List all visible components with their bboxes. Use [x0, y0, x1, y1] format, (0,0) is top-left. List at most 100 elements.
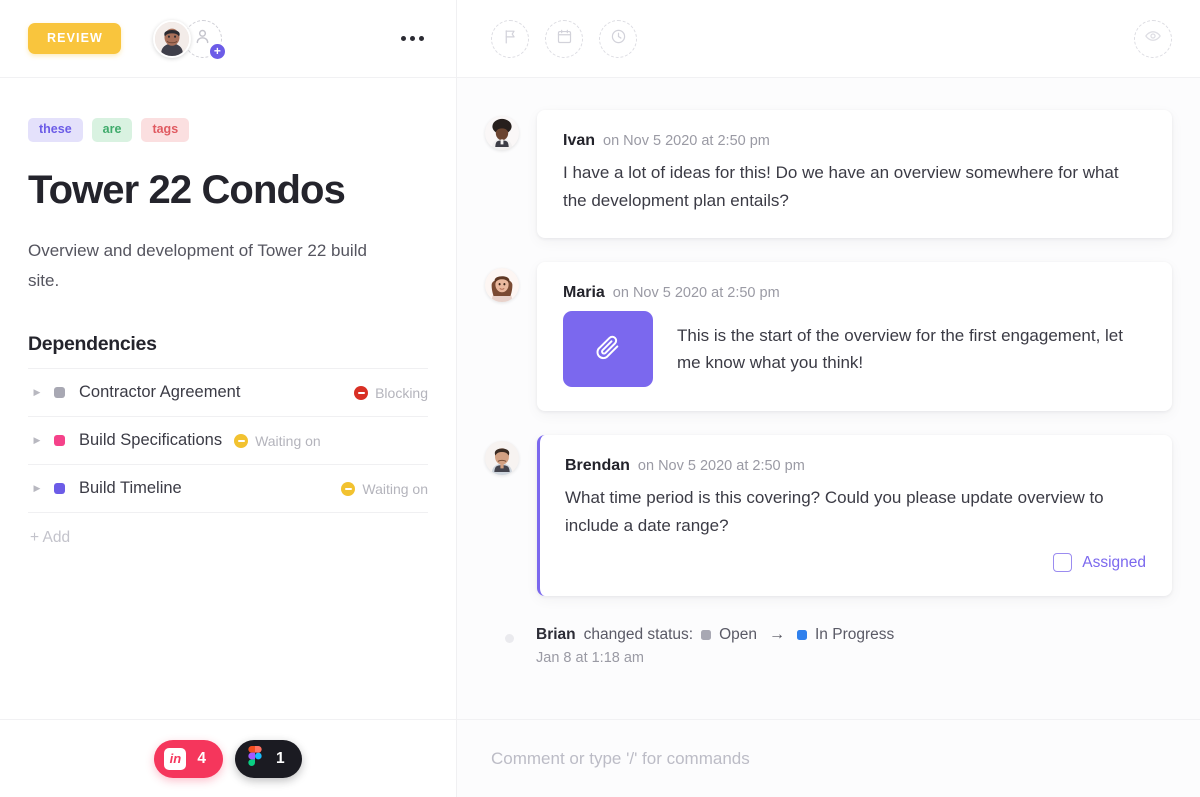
dependencies-list: ▶ Contractor Agreement Blocking ▶ Build …: [28, 368, 428, 514]
comment-text: This is the start of the overview for th…: [677, 325, 1123, 373]
assigned-label[interactable]: Assigned: [1082, 554, 1146, 572]
assigned-checkbox[interactable]: [1053, 553, 1073, 573]
to-status-swatch: [797, 630, 807, 641]
watch-button[interactable]: [1134, 19, 1172, 58]
activity-line: Brian changed status: Open → In Progress: [536, 626, 894, 644]
comment-card[interactable]: Maria on Nov 5 2020 at 2:50 pm This is t…: [537, 262, 1172, 412]
linkedin-icon: in: [164, 747, 187, 770]
task-detail-app: REVIEW + these are tags Tower 22 Condos …: [0, 0, 1200, 797]
comment-card[interactable]: Ivan on Nov 5 2020 at 2:50 pm I have a l…: [537, 110, 1172, 239]
dependency-row[interactable]: ▶ Build Specifications Waiting on: [28, 417, 428, 466]
calendar-icon: [556, 28, 573, 50]
figma-icon: [245, 746, 265, 771]
comment-header: Ivan on Nov 5 2020 at 2:50 pm: [563, 132, 1146, 150]
tag-are[interactable]: are: [91, 118, 133, 142]
comment-timestamp: on Nov 5 2020 at 2:50 pm: [603, 133, 770, 149]
page-title: Tower 22 Condos: [28, 167, 346, 212]
clock-icon: [610, 28, 627, 50]
assignee-group: +: [152, 19, 226, 60]
dependency-color-swatch: [54, 435, 65, 447]
figma-badge[interactable]: 1: [235, 739, 302, 778]
dependencies-heading: Dependencies: [28, 333, 157, 356]
linkedin-badge[interactable]: in 4: [154, 739, 223, 778]
dependency-name: Contractor Agreement: [79, 383, 241, 402]
add-dependency-button[interactable]: + Add: [28, 513, 428, 547]
from-status-swatch: [701, 630, 712, 641]
paperclip-icon: [594, 333, 622, 366]
assigned-toggle: Assigned: [565, 553, 1146, 573]
dependency-name: Build Timeline: [79, 479, 182, 498]
activity-content: Brian changed status: Open → In Progress…: [536, 626, 894, 666]
dependency-color-swatch: [54, 483, 65, 495]
integration-badges: in 4 1: [0, 719, 456, 797]
to-status-label: In Progress: [815, 626, 895, 644]
comment-text: What time period is this covering? Could…: [565, 488, 1104, 535]
assignee-avatar[interactable]: [152, 19, 191, 58]
task-body: these are tags Tower 22 Condos Overview …: [0, 78, 456, 719]
comment-card[interactable]: Brendan on Nov 5 2020 at 2:50 pm What ti…: [537, 435, 1172, 597]
eye-icon: [1144, 27, 1162, 50]
comment-composer: [457, 719, 1200, 797]
activity-author: Brian: [536, 626, 576, 644]
comment-input[interactable]: [491, 748, 1166, 769]
dependency-row[interactable]: ▶ Build Timeline Waiting on: [28, 465, 428, 514]
activity-right-panel: Ivan on Nov 5 2020 at 2:50 pm I have a l…: [457, 0, 1200, 797]
comment-author: Ivan: [563, 132, 596, 149]
activity-dot: [505, 634, 514, 644]
dependency-row[interactable]: ▶ Contractor Agreement Blocking: [28, 369, 428, 418]
blocking-icon: [354, 385, 369, 400]
flag-button[interactable]: [491, 19, 529, 58]
comment-item: Ivan on Nov 5 2020 at 2:50 pm I have a l…: [485, 110, 1172, 239]
dependency-name: Build Specifications: [79, 431, 223, 450]
dot: [419, 36, 424, 41]
activity-toolbar: [457, 0, 1200, 78]
comment-header: Brendan on Nov 5 2020 at 2:50 pm: [565, 457, 1146, 475]
dot: [401, 36, 406, 41]
due-date-button[interactable]: [545, 19, 583, 58]
status-badge[interactable]: REVIEW: [28, 23, 121, 54]
avatar[interactable]: [485, 441, 519, 476]
chevron-right-icon[interactable]: ▶: [28, 387, 46, 398]
comment-text: I have a lot of ideas for this! Do we ha…: [563, 163, 1119, 210]
task-header: REVIEW +: [0, 0, 456, 78]
tag-these[interactable]: these: [28, 118, 83, 142]
flag-icon: [502, 28, 519, 50]
comment-header: Maria on Nov 5 2020 at 2:50 pm: [563, 284, 1146, 302]
dependency-color-swatch: [54, 387, 65, 399]
dependency-status-label: Blocking: [375, 384, 428, 401]
more-options-button[interactable]: [395, 28, 430, 49]
activity-timestamp: Jan 8 at 1:18 am: [536, 650, 645, 667]
avatar[interactable]: [485, 116, 519, 150]
linkedin-count: 4: [197, 749, 206, 767]
chevron-right-icon[interactable]: ▶: [28, 483, 46, 494]
figma-count: 1: [276, 749, 285, 767]
dependency-status-label: Waiting on: [255, 432, 321, 449]
comment-author: Maria: [563, 284, 605, 302]
comment-timestamp: on Nov 5 2020 at 2:50 pm: [612, 285, 780, 302]
comment-body-with-attachment: This is the start of the overview for th…: [563, 311, 1146, 388]
chevron-right-icon[interactable]: ▶: [28, 435, 46, 446]
plus-badge[interactable]: +: [208, 42, 226, 60]
task-left-panel: REVIEW + these are tags Tower 22 Condos …: [0, 0, 457, 797]
time-estimate-button[interactable]: [599, 19, 637, 58]
waiting-on-icon: [234, 433, 249, 448]
tag-list: these are tags: [28, 118, 428, 142]
task-description[interactable]: Overview and development of Tower 22 bui…: [28, 236, 398, 298]
attachment-tile[interactable]: [563, 311, 653, 388]
dependency-status: Waiting on: [341, 481, 428, 497]
tag-tags[interactable]: tags: [141, 118, 190, 142]
from-status-label: Open: [719, 626, 757, 644]
waiting-on-icon: [341, 481, 356, 496]
avatar[interactable]: [485, 268, 519, 303]
activity-item: Brian changed status: Open → In Progress…: [485, 620, 1172, 666]
comment-timestamp: on Nov 5 2020 at 2:50 pm: [637, 458, 805, 475]
comment-item: Maria on Nov 5 2020 at 2:50 pm This is t…: [485, 262, 1172, 412]
dependency-status: Waiting on: [234, 433, 321, 449]
arrow-icon: →: [769, 626, 785, 644]
dependency-status-label: Waiting on: [362, 480, 428, 497]
comment-author: Brendan: [565, 457, 630, 475]
dot: [410, 36, 415, 41]
comment-thread: Ivan on Nov 5 2020 at 2:50 pm I have a l…: [457, 78, 1200, 719]
activity-action: changed status:: [583, 626, 694, 644]
dependency-status: Blocking: [354, 385, 428, 401]
